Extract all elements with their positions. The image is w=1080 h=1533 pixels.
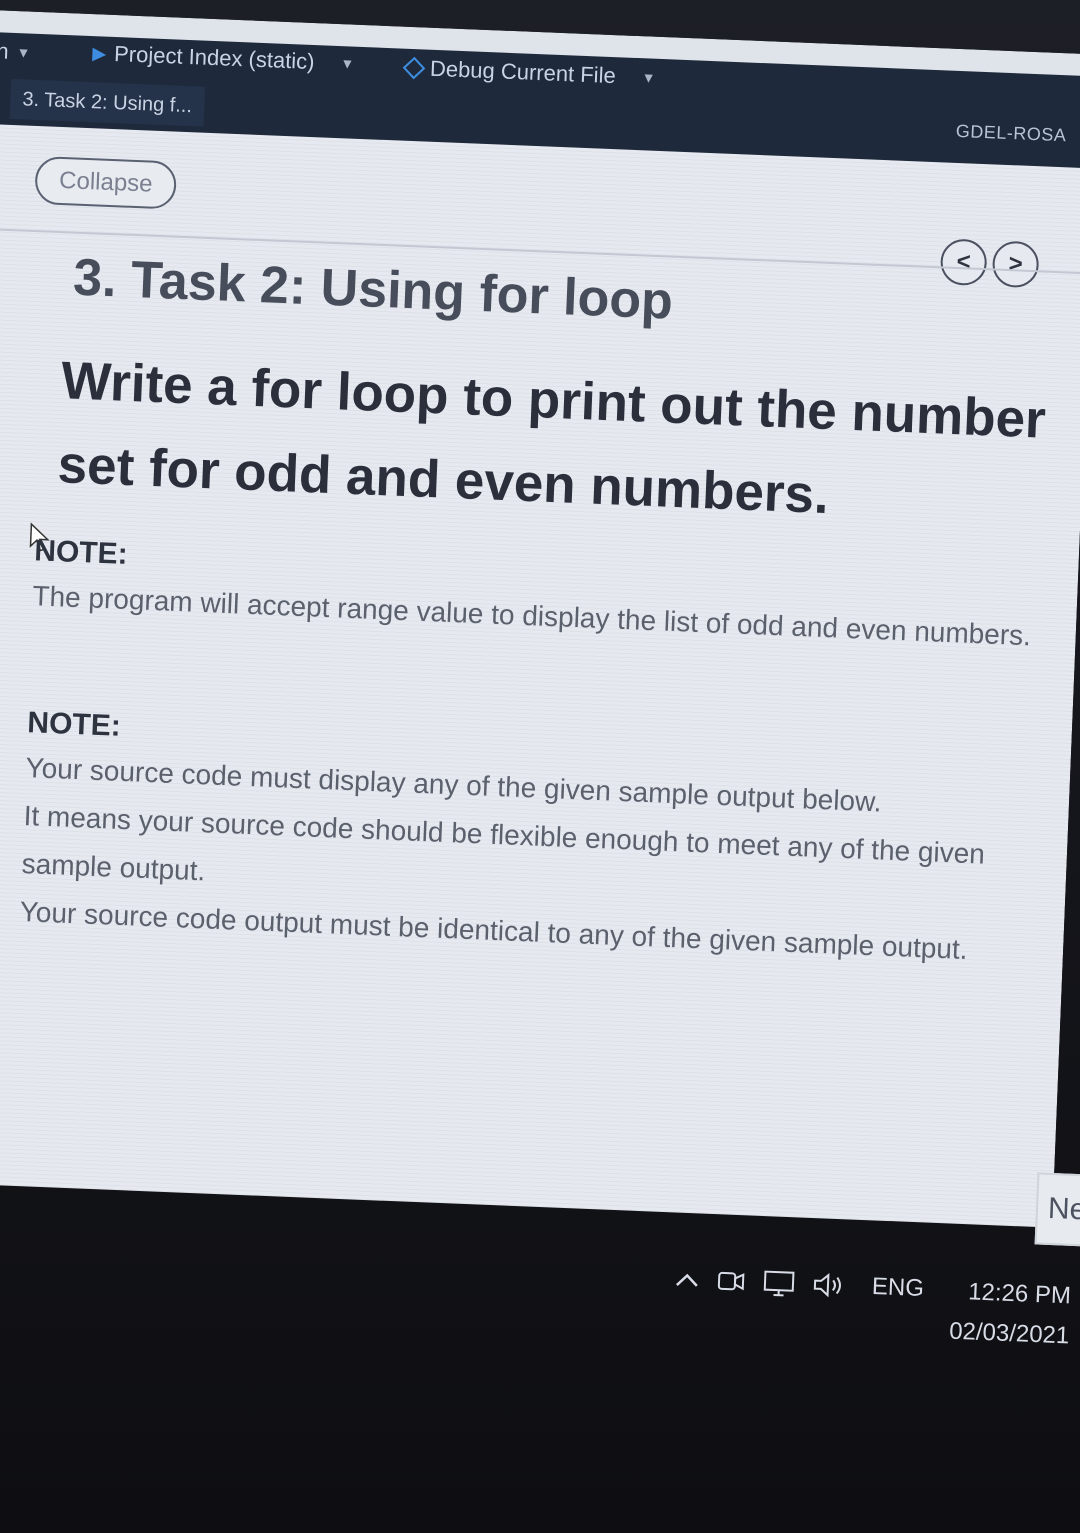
next-lesson-button[interactable]: > — [991, 240, 1040, 289]
screen: n ▼ ▶ Project Index (static) ▼ Debug Cur… — [0, 10, 1080, 1393]
clock-date: 02/03/2021 — [948, 1317, 1070, 1350]
page-title: 3. Task 2: Using for loop — [72, 248, 675, 331]
debug-diamond-icon — [402, 56, 426, 80]
debug-label: Debug Current File — [429, 55, 617, 89]
taskbar-clock[interactable]: 12:26 PM 02/03/2021 — [948, 1272, 1072, 1357]
collapse-button[interactable]: Collapse — [34, 155, 178, 210]
task-heading: Write a for loop to print out the number… — [56, 351, 1047, 526]
chevron-down-icon: ▼ — [340, 55, 355, 72]
language-indicator[interactable]: ENG — [871, 1273, 924, 1303]
user-label: GDEL-ROSA — [955, 120, 1067, 146]
note-output: NOTE: Your source code must display any … — [19, 706, 1027, 976]
chevron-up-icon[interactable] — [674, 1270, 701, 1289]
project-index-label: Project Index (static) — [113, 41, 316, 75]
volume-icon[interactable] — [811, 1271, 848, 1300]
windows-taskbar — [0, 1190, 1080, 1533]
lesson-panel: Collapse < > 3. Task 2: Using for loop W… — [0, 123, 1080, 1228]
note-range: NOTE: The program will accept range valu… — [32, 534, 1035, 660]
debug-current-file-menu[interactable]: Debug Current File ▼ — [402, 55, 656, 91]
lesson-nav: < > — [939, 238, 1040, 289]
project-index-menu[interactable]: ▶ Project Index (static) ▼ — [92, 40, 355, 77]
meet-now-icon[interactable] — [716, 1267, 747, 1296]
clock-time: 12:26 PM — [967, 1278, 1072, 1310]
chevron-right-icon: > — [1008, 250, 1024, 278]
menu-fragment-label: n — [0, 38, 10, 64]
chevron-down-icon: ▼ — [641, 69, 656, 86]
chevron-down-icon: ▼ — [16, 44, 31, 61]
previous-lesson-button[interactable]: < — [939, 238, 988, 287]
play-icon: ▶ — [91, 42, 107, 64]
network-icon[interactable] — [761, 1269, 796, 1298]
tab-task-2[interactable]: 3. Task 2: Using f... — [9, 78, 205, 127]
menu-fragment[interactable]: n ▼ — [0, 38, 31, 65]
photo-stage: n ▼ ▶ Project Index (static) ▼ Debug Cur… — [0, 0, 1080, 1533]
tab-task-2-label: 3. Task 2: Using f... — [22, 87, 193, 117]
chevron-left-icon: < — [956, 248, 972, 276]
